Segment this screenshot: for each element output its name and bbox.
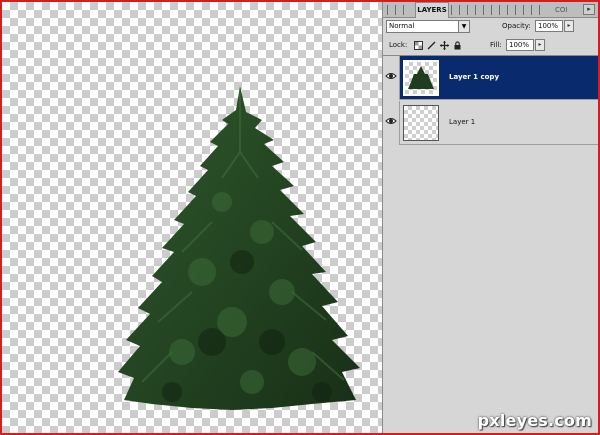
layer-name: Layer 1 copy	[449, 73, 500, 81]
fill-input[interactable]: 100%	[506, 39, 534, 51]
lock-label: Lock:	[389, 41, 408, 49]
layer-thumbnail[interactable]	[403, 105, 439, 141]
collapsed-tabs-left[interactable]	[387, 5, 406, 15]
panel-tab-bar: LAYERS COI ▸	[383, 2, 599, 18]
lock-image-brush-icon[interactable]	[427, 41, 436, 50]
blend-mode-value: Normal	[389, 22, 415, 30]
chevron-down-icon[interactable]: ▼	[458, 21, 469, 32]
layer-thumbnail[interactable]	[403, 60, 439, 96]
lock-all-icon[interactable]	[453, 41, 462, 50]
watermark-text: pxleyes.com	[477, 411, 592, 430]
layer-row-layer-1-copy[interactable]: Layer 1 copy	[383, 56, 599, 100]
pine-tree-image	[118, 86, 360, 410]
layers-list: Layer 1 copy Layer 1	[383, 55, 599, 433]
fill-slider-arrow-icon[interactable]: ▸	[535, 39, 545, 51]
tab-channels-collapsed[interactable]: COI	[555, 5, 567, 15]
blend-opacity-row: Normal ▼ Opacity: 100% ▸	[386, 20, 596, 36]
panel-menu-icon[interactable]: ▸	[583, 4, 595, 15]
opacity-label: Opacity:	[502, 22, 531, 30]
eye-icon[interactable]	[385, 115, 397, 127]
tree-thumbnail-icon	[408, 66, 434, 89]
lock-position-move-icon[interactable]	[440, 41, 449, 50]
visibility-toggle[interactable]	[383, 101, 400, 145]
eye-icon[interactable]	[385, 70, 397, 82]
layer-row-layer-1[interactable]: Layer 1	[383, 101, 599, 145]
layers-panel: LAYERS COI ▸ Normal ▼ Opacity: 100% ▸ Lo…	[382, 2, 599, 433]
lock-transparency-icon[interactable]	[414, 41, 423, 50]
fill-label: Fill:	[490, 41, 502, 49]
document-canvas[interactable]	[2, 2, 382, 433]
lock-fill-row: Lock: Fill: 100% ▸	[386, 39, 596, 53]
opacity-input[interactable]: 100%	[535, 20, 563, 32]
collapsed-tabs-right[interactable]	[451, 5, 551, 15]
opacity-slider-arrow-icon[interactable]: ▸	[564, 20, 574, 32]
layer-name: Layer 1	[449, 118, 476, 126]
visibility-toggle[interactable]	[383, 56, 400, 100]
tab-layers[interactable]: LAYERS	[415, 2, 449, 18]
